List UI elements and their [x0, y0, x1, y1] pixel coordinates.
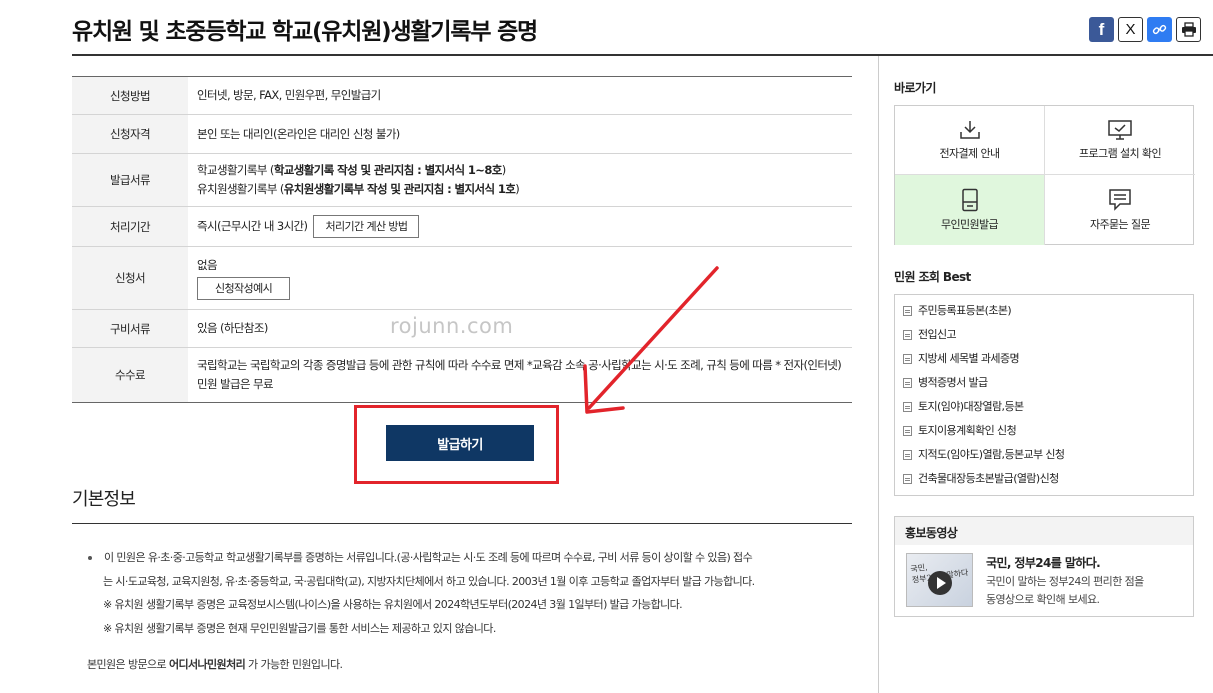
x-share-button[interactable]: X — [1118, 17, 1143, 42]
promo-title: 홍보동영상 — [895, 517, 1193, 545]
watermark: rojunn.com — [390, 314, 514, 338]
processing-period-calc-button[interactable]: 처리기간 계산 방법 — [313, 215, 420, 238]
basic-info-description: 이 민원은 유·초·중·고등학교 학교생활기록부를 증명하는 서류입니다.(공·… — [87, 546, 847, 640]
title-rule — [72, 54, 1213, 56]
video-description: 국민이 말하는 정부24의 편리한 점을 동영상으로 확인해 보세요. — [986, 575, 1144, 606]
facebook-share-button[interactable]: f — [1089, 17, 1114, 42]
facebook-icon: f — [1098, 19, 1105, 39]
row-label: 수수료 — [72, 347, 188, 403]
table-row: 신청서 없음 신청작성예시 — [72, 246, 852, 310]
section-rule — [72, 523, 852, 524]
row-label: 처리기간 — [72, 206, 188, 247]
application-info-table: 신청방법 인터넷, 방문, FAX, 민원우편, 무인발급기 신청자격 본인 또… — [72, 76, 852, 403]
best-item[interactable]: 병적증명서 발급 — [903, 375, 1185, 399]
anywhere-service-note: 본민원은 방문으로 어디서나민원처리 가 가능한 민원입니다. — [87, 658, 343, 671]
quick-links-title: 바로가기 — [894, 81, 936, 95]
document-icon — [903, 450, 912, 460]
best-item[interactable]: 토지(임야)대장열람,등본 — [903, 399, 1185, 423]
row-label: 신청방법 — [72, 76, 188, 115]
document-icon — [903, 474, 912, 484]
kiosk-icon — [961, 188, 978, 212]
quick-link-program-check[interactable]: 프로그램 설치 확인 — [1045, 106, 1195, 175]
x-icon: X — [1125, 21, 1136, 38]
row-value: 국립학교는 국립학교의 각종 증명발급 등에 관한 규칙에 따라 수수료 면제 … — [197, 358, 842, 391]
annotation-box — [354, 405, 559, 484]
row-value: 학교생활기록부 (학교생활기록 작성 및 관리지침 : 별지서식 1~8호) 유… — [197, 163, 520, 196]
quick-link-epayment[interactable]: 전자결제 안내 — [895, 106, 1045, 175]
quick-link-kiosk[interactable]: 무인민원발급 — [895, 175, 1045, 245]
document-icon — [903, 354, 912, 364]
row-value: 인터넷, 방문, FAX, 민원우편, 무인발급기 — [197, 88, 381, 102]
row-value: 있음 (하단참조) — [197, 321, 268, 335]
quick-link-faq[interactable]: 자주묻는 질문 — [1045, 175, 1195, 245]
video-thumbnail[interactable]: 국민,정부24를 말하다 — [906, 553, 973, 607]
annotation-arrow — [583, 266, 719, 414]
printer-icon — [1181, 22, 1196, 37]
row-label: 신청자격 — [72, 114, 188, 154]
table-row: 처리기간 즉시(근무시간 내 3시간) 처리기간 계산 방법 — [72, 206, 852, 247]
best-item[interactable]: 주민등록표등본(초본) — [903, 303, 1185, 327]
bullet-icon — [88, 556, 92, 560]
video-title[interactable]: 국민, 정부24를 말하다. — [986, 554, 1101, 571]
best-item[interactable]: 토지이용계획확인 신청 — [903, 423, 1185, 447]
row-value: 없음 신청작성예시 — [188, 247, 852, 310]
document-icon — [903, 378, 912, 388]
row-value: 즉시(근무시간 내 3시간) 처리기간 계산 방법 — [188, 207, 852, 247]
speech-bubble-icon — [1109, 189, 1131, 211]
quick-links-grid: 전자결제 안내 프로그램 설치 확인 무인민원발급 자주묻는 질문 — [894, 105, 1195, 245]
download-icon — [959, 121, 980, 139]
monitor-icon — [1108, 120, 1132, 140]
row-value: 본인 또는 대리인(온라인은 대리인 신청 불가) — [197, 126, 400, 141]
copy-link-button[interactable] — [1147, 17, 1172, 42]
row-label: 발급서류 — [72, 153, 188, 207]
document-icon — [903, 330, 912, 340]
row-label: 구비서류 — [72, 309, 188, 348]
table-row: 발급서류 학교생활기록부 (학교생활기록 작성 및 관리지침 : 별지서식 1~… — [72, 153, 852, 207]
print-button[interactable] — [1176, 17, 1201, 42]
document-icon — [903, 306, 912, 316]
column-divider — [878, 56, 879, 693]
link-icon — [1152, 24, 1167, 35]
best-item[interactable]: 지적도(임야도)열람,등본교부 신청 — [903, 447, 1185, 471]
share-toolbar: f X — [1089, 17, 1201, 42]
table-row: 수수료 국립학교는 국립학교의 각종 증명발급 등에 관한 규칙에 따라 수수료… — [72, 347, 852, 403]
play-icon — [928, 571, 952, 595]
table-row: 신청자격 본인 또는 대리인(온라인은 대리인 신청 불가) — [72, 114, 852, 154]
promo-video-box: 홍보동영상 국민,정부24를 말하다 국민, 정부24를 말하다. 국민이 말하… — [894, 516, 1194, 617]
best-title: 민원 조회 Best — [894, 270, 971, 284]
best-item[interactable]: 지방세 세목별 과세증명 — [903, 351, 1185, 375]
row-label: 신청서 — [72, 246, 188, 310]
page-title: 유치원 및 초중등학교 학교(유치원)생활기록부 증명 — [72, 19, 538, 45]
best-list: 주민등록표등본(초본) 전입신고 지방세 세목별 과세증명 병적증명서 발급 토… — [894, 294, 1194, 496]
basic-info-title: 기본정보 — [72, 489, 136, 510]
document-icon — [903, 426, 912, 436]
best-item[interactable]: 건축물대장등초본발급(열람)신청 — [903, 471, 1185, 495]
table-row: 신청방법 인터넷, 방문, FAX, 민원우편, 무인발급기 — [72, 76, 852, 115]
application-example-button[interactable]: 신청작성예시 — [197, 277, 291, 300]
best-item[interactable]: 전입신고 — [903, 327, 1185, 351]
document-icon — [903, 402, 912, 412]
